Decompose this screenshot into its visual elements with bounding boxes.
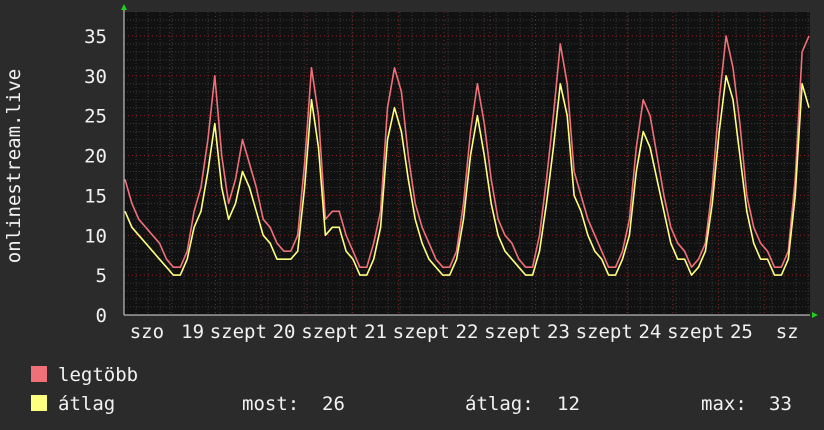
x-tick-label: szept [576, 321, 633, 343]
x-tick-label: 24 [638, 321, 661, 343]
x-tick-label: szept [210, 321, 267, 343]
x-tick-label: szept [393, 321, 450, 343]
x-tick-label: 22 [456, 321, 479, 343]
x-axis-arrow [812, 312, 818, 318]
x-tick-label: 21 [364, 321, 387, 343]
y-tick-label: 10 [84, 225, 107, 247]
x-tick-label: szept [301, 321, 358, 343]
y-tick-label: 30 [84, 66, 107, 88]
legend-label-atlag: átlag [58, 393, 115, 415]
x-tick-labels: szo 19 szept 20 szept 21 szept 22 szept 23 szept 24… [130, 321, 799, 343]
y-tick-labels: 0 5 10 15 20 25 30 35 [84, 26, 107, 327]
x-tick-label: 23 [547, 321, 570, 343]
stat-avg-label: átlag: [465, 393, 534, 415]
stat-avg-value: 12 [557, 393, 580, 415]
y-tick-label: 15 [84, 185, 107, 207]
x-tick-label: 25 [730, 321, 753, 343]
x-tick-label: szept [667, 321, 724, 343]
y-tick-label: 0 [96, 305, 107, 327]
y-tick-label: 20 [84, 146, 107, 168]
legend-label-legtobb: legtöbb [58, 364, 138, 386]
y-axis-label: onlinestream.live [3, 69, 25, 263]
x-tick-label: sz [776, 321, 799, 343]
stat-most-value: 26 [322, 393, 345, 415]
chart-root: 05101520253035 szo 19 szept 20 szept 21 szept 2… [3, 4, 818, 415]
stat-max-label: max: [701, 393, 747, 415]
stat-max-value: 33 [769, 393, 792, 415]
y-tick-label: 5 [96, 265, 107, 287]
legend-swatch-atlag [31, 395, 47, 411]
legend-swatch-legtobb [31, 366, 47, 382]
y-axis-arrow [121, 4, 127, 10]
x-tick-label: szept [484, 321, 541, 343]
x-tick-label: 19 [181, 321, 204, 343]
y-tick-label: 25 [84, 106, 107, 128]
x-tick-label: 20 [273, 321, 296, 343]
x-tick-label: szo [130, 321, 164, 343]
y-tick-label: 35 [84, 26, 107, 48]
stat-most-label: most: [242, 393, 299, 415]
